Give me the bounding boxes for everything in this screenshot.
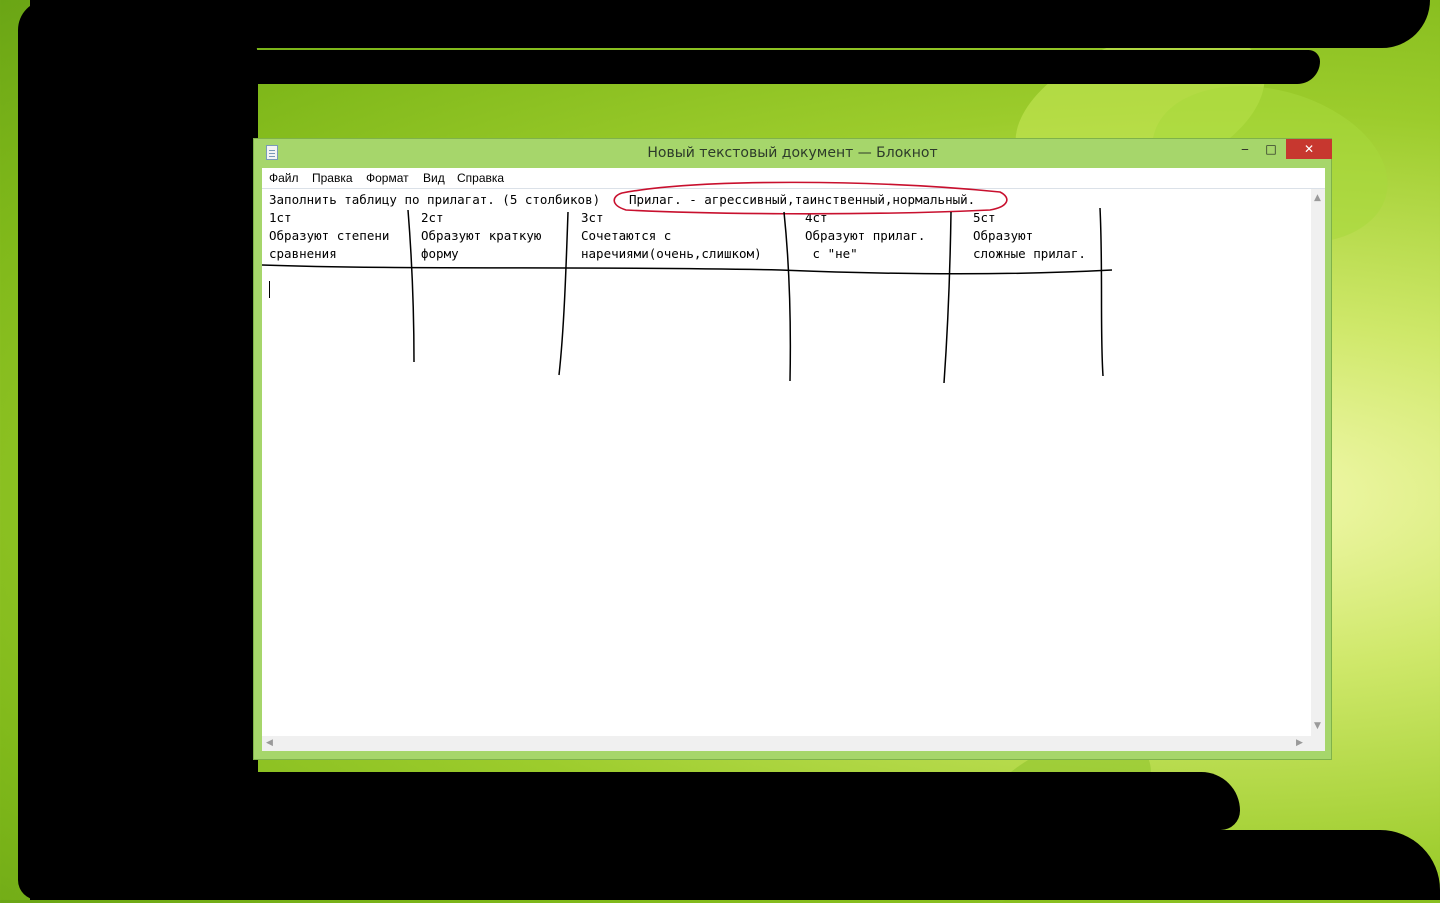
- document-line-adjectives: Прилаг. - агрессивный,таинственный,норма…: [629, 192, 976, 207]
- scroll-right-arrow-icon[interactable]: ▶: [1296, 738, 1303, 748]
- horizontal-scrollbar[interactable]: ◀ ▶: [262, 736, 1311, 751]
- scroll-up-arrow-icon[interactable]: ▲: [1314, 193, 1321, 203]
- menu-edit[interactable]: Правка: [312, 171, 353, 185]
- column-3-line2: наречиями(очень,слишком): [581, 246, 762, 261]
- redaction-scribble-top: [30, 0, 1430, 48]
- resize-grip-icon[interactable]: [1311, 736, 1325, 751]
- document-line-task: Заполнить таблицу по прилагат. (5 столби…: [269, 192, 601, 207]
- column-4-header: 4ст: [805, 210, 828, 225]
- scroll-down-arrow-icon[interactable]: ▼: [1314, 721, 1321, 731]
- menu-file[interactable]: Файл: [269, 171, 299, 185]
- maximize-button[interactable]: □: [1258, 139, 1284, 159]
- minimize-button[interactable]: ‒: [1232, 139, 1258, 159]
- column-5-header: 5ст: [973, 210, 996, 225]
- redaction-scribble-left: [18, 0, 258, 900]
- menu-view[interactable]: Вид: [423, 171, 445, 185]
- column-5-line1: Образуют: [973, 228, 1034, 243]
- title-bar[interactable]: Новый текстовый документ — Блокнот ‒ □ ✕: [254, 139, 1332, 167]
- redaction-scribble-bottom-band: [30, 830, 1440, 900]
- notepad-window: Новый текстовый документ — Блокнот ‒ □ ✕…: [253, 138, 1332, 760]
- column-2-line2: форму: [421, 246, 459, 261]
- scroll-left-arrow-icon[interactable]: ◀: [266, 738, 273, 748]
- window-title: Новый текстовый документ — Блокнот: [647, 145, 938, 161]
- text-editor[interactable]: Заполнить таблицу по прилагат. (5 столби…: [262, 189, 1311, 736]
- column-1-line2: сравнения: [269, 246, 337, 261]
- vertical-scrollbar[interactable]: ▲ ▼: [1311, 189, 1325, 736]
- column-5-line2: сложные прилаг.: [973, 246, 1086, 261]
- menu-format[interactable]: Формат: [366, 171, 409, 185]
- close-button[interactable]: ✕: [1286, 139, 1332, 159]
- column-2-line1: Образуют краткую: [421, 228, 542, 243]
- column-1-line1: Образуют степени: [269, 228, 390, 243]
- menu-bar: Файл Правка Формат Вид Справка: [262, 168, 1325, 189]
- menu-help[interactable]: Справка: [457, 171, 504, 185]
- column-4-line1: Образуют прилаг.: [805, 228, 926, 243]
- column-3-header: 3ст: [581, 210, 604, 225]
- column-1-header: 1ст: [269, 210, 292, 225]
- text-cursor: [269, 281, 270, 298]
- column-4-line2: с "не": [805, 246, 858, 261]
- redaction-scribble-top-band: [30, 50, 1320, 84]
- column-3-line1: Сочетаются с: [581, 228, 672, 243]
- redaction-scribble-bottom: [30, 772, 1240, 830]
- column-2-header: 2ст: [421, 210, 444, 225]
